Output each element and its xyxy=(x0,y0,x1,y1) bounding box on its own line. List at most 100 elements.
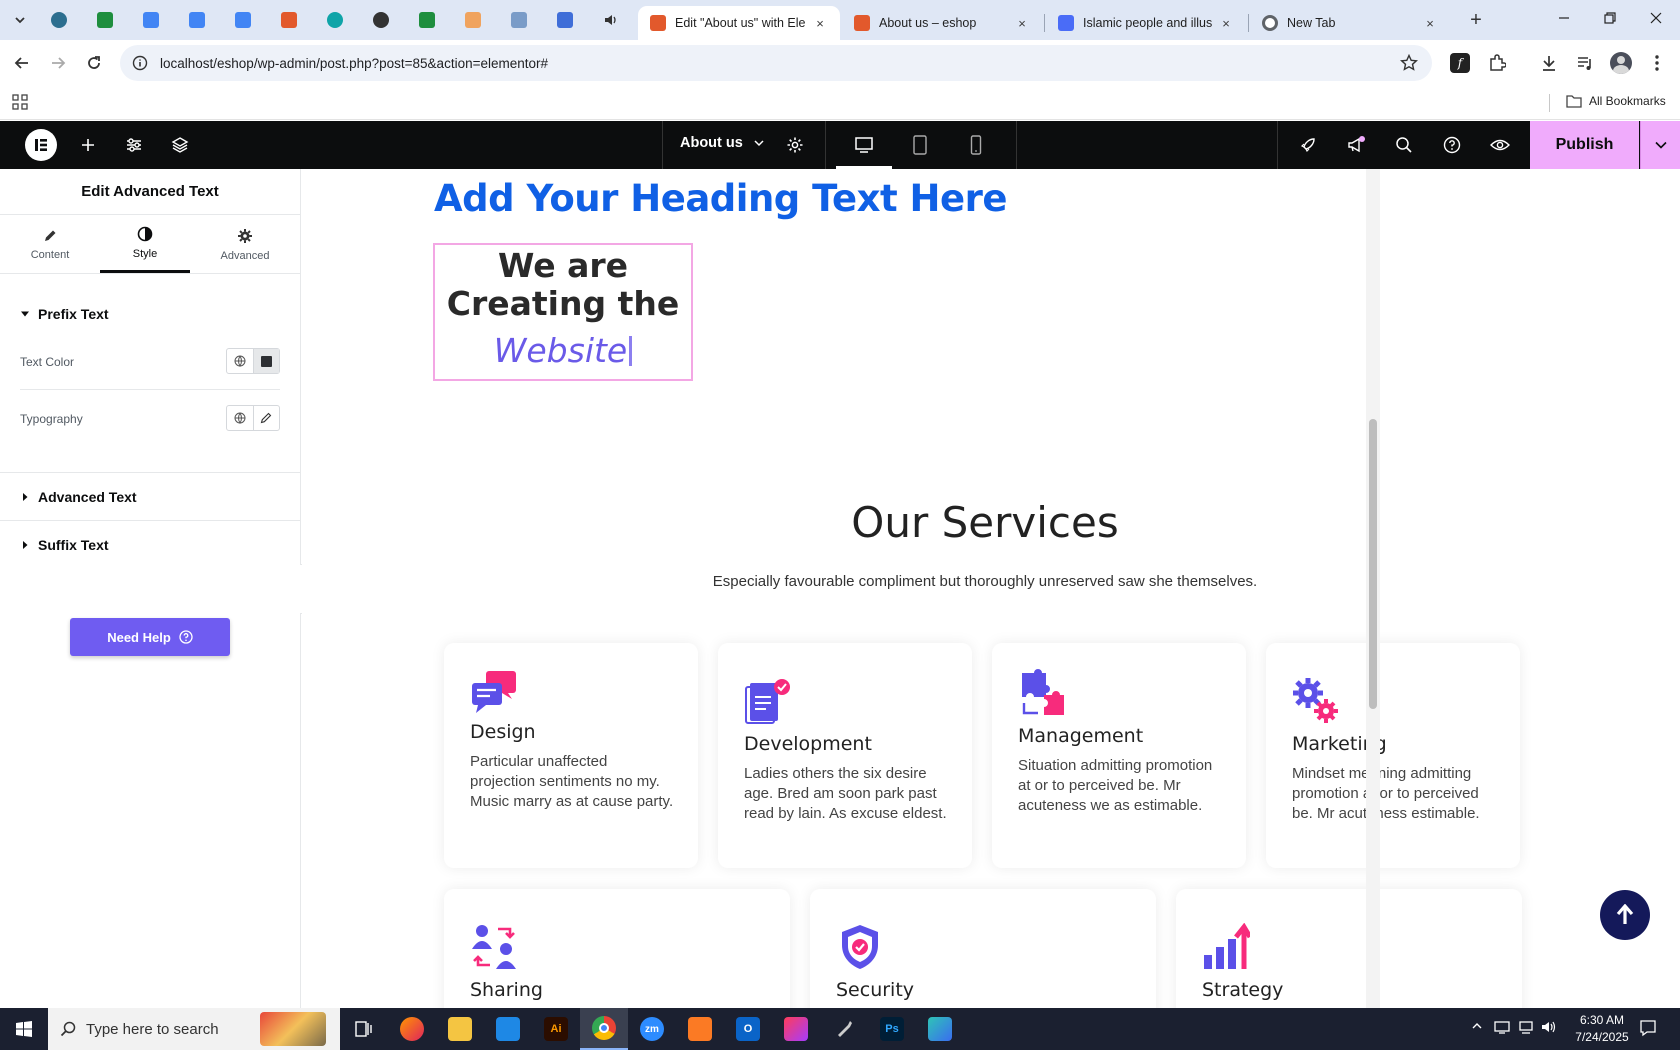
tab-islamic-people[interactable]: Islamic people and illustra × xyxy=(1046,6,1246,40)
minimize-button[interactable] xyxy=(1541,0,1587,36)
page-settings-gear-icon[interactable] xyxy=(783,133,807,157)
chatgpt-icon[interactable] xyxy=(368,8,394,32)
section-suffix-text[interactable]: Suffix Text xyxy=(20,537,109,553)
section-prefix-text[interactable]: Prefix Text xyxy=(20,306,109,322)
color-picker-swatch[interactable] xyxy=(252,349,279,373)
chrome-icon[interactable] xyxy=(580,1008,628,1050)
app-icon[interactable] xyxy=(916,1008,964,1050)
add-element-icon[interactable] xyxy=(76,133,100,157)
mobile-icon[interactable] xyxy=(964,133,988,157)
rocket-icon[interactable] xyxy=(1296,133,1320,157)
tab-search-button[interactable] xyxy=(8,8,32,32)
java-icon[interactable] xyxy=(460,8,486,32)
close-window-button[interactable] xyxy=(1633,0,1679,36)
tablet-icon[interactable] xyxy=(908,133,932,157)
xampp-icon[interactable] xyxy=(276,8,302,32)
advanced-text-widget[interactable]: We are Creating the Website xyxy=(433,243,693,381)
advanced-text-prefix: We are Creating the xyxy=(446,246,680,323)
canvas-scrollbar[interactable] xyxy=(1366,169,1380,1008)
sheets-icon[interactable] xyxy=(414,8,440,32)
global-typography-icon[interactable] xyxy=(227,406,253,430)
forms-icon[interactable] xyxy=(552,8,578,32)
close-icon[interactable]: × xyxy=(1218,15,1234,31)
tab-style[interactable]: Style xyxy=(100,215,190,273)
site-info-icon[interactable] xyxy=(132,55,148,71)
top-bar-divider xyxy=(1016,121,1017,169)
need-help-button[interactable]: Need Help xyxy=(70,618,230,656)
creative-cloud-icon[interactable] xyxy=(772,1008,820,1050)
site-settings-icon[interactable] xyxy=(122,133,146,157)
windows-start-icon[interactable] xyxy=(0,1008,48,1050)
download-icon[interactable] xyxy=(1535,49,1563,77)
tab-edit-about-us[interactable]: Edit "About us" with Elem × xyxy=(638,6,840,40)
extension-f-icon[interactable]: f xyxy=(1446,49,1474,77)
bookmark-star-icon[interactable] xyxy=(1400,54,1418,72)
grid-icon[interactable] xyxy=(506,8,532,32)
address-bar[interactable]: localhost/eshop/wp-admin/post.php?post=8… xyxy=(120,45,1432,81)
help-icon[interactable] xyxy=(1440,133,1464,157)
file-explorer-icon[interactable] xyxy=(436,1008,484,1050)
structure-layers-icon[interactable] xyxy=(168,133,192,157)
close-icon[interactable]: × xyxy=(1014,15,1030,31)
edit-pencil-icon[interactable] xyxy=(252,406,280,430)
device-icon[interactable] xyxy=(1494,1020,1510,1034)
taskbar-search[interactable]: Type here to search xyxy=(48,1008,340,1050)
desktop-icon[interactable] xyxy=(852,133,876,157)
docs-icon[interactable] xyxy=(184,8,210,32)
animated-word: Website xyxy=(493,331,628,370)
restore-button[interactable] xyxy=(1587,0,1633,36)
forward-button[interactable] xyxy=(43,48,73,78)
firefox-icon[interactable] xyxy=(388,1008,436,1050)
illustrator-icon[interactable]: Ai xyxy=(532,1008,580,1050)
chrome-menu-icon[interactable] xyxy=(1643,49,1671,77)
network-icon[interactable] xyxy=(1518,1020,1534,1034)
vscode-icon[interactable] xyxy=(484,1008,532,1050)
docs-icon[interactable] xyxy=(138,8,164,32)
chevron-down-icon xyxy=(754,140,764,147)
task-view-icon[interactable] xyxy=(340,1008,388,1050)
publish-options-button[interactable] xyxy=(1640,121,1680,169)
preview-eye-icon[interactable] xyxy=(1488,133,1512,157)
close-icon[interactable]: × xyxy=(1422,15,1438,31)
speaker-icon[interactable] xyxy=(598,8,624,32)
tab-advanced[interactable]: Advanced xyxy=(195,215,295,275)
xampp-icon[interactable] xyxy=(676,1008,724,1050)
outlook-icon[interactable]: O xyxy=(724,1008,772,1050)
wordpress-icon[interactable] xyxy=(46,8,72,32)
page-selector[interactable]: About us xyxy=(680,135,765,151)
scroll-to-top-button[interactable] xyxy=(1600,890,1650,940)
bing-icon[interactable] xyxy=(322,8,348,32)
extensions-puzzle-icon[interactable] xyxy=(1483,49,1511,77)
publish-button[interactable]: Publish xyxy=(1530,121,1639,169)
tab-content[interactable]: Content xyxy=(0,215,100,275)
photoshop-icon[interactable]: Ps xyxy=(868,1008,916,1050)
reload-button[interactable] xyxy=(79,48,109,78)
scrollbar-thumb[interactable] xyxy=(1369,419,1377,709)
new-tab-button[interactable]: + xyxy=(1462,8,1490,32)
back-button[interactable] xyxy=(7,48,37,78)
elementor-logo-icon[interactable] xyxy=(25,129,57,161)
tab-about-us-eshop[interactable]: About us – eshop × xyxy=(842,6,1042,40)
system-clock[interactable]: 6:30 AM 7/24/2025 xyxy=(1562,1012,1642,1046)
close-icon[interactable]: × xyxy=(812,15,828,31)
page-heading[interactable]: Add Your Heading Text Here xyxy=(434,177,1007,220)
global-colors-icon[interactable] xyxy=(227,349,253,373)
tray-chevron-up-icon[interactable] xyxy=(1471,1020,1483,1032)
profile-avatar[interactable] xyxy=(1607,49,1635,77)
zoom-icon[interactable]: zm xyxy=(628,1008,676,1050)
apps-grid-icon[interactable] xyxy=(12,94,28,110)
notification-center-icon[interactable] xyxy=(1639,1019,1657,1037)
docs-icon[interactable] xyxy=(230,8,256,32)
volume-icon[interactable] xyxy=(1541,1020,1557,1034)
sheets-icon[interactable] xyxy=(92,8,118,32)
media-control-icon[interactable] xyxy=(1571,49,1599,77)
section-advanced-text[interactable]: Advanced Text xyxy=(20,489,137,505)
tab-title: Islamic people and illustra xyxy=(1083,16,1212,30)
tab-new-tab[interactable]: New Tab × xyxy=(1250,6,1450,40)
elementor-top-bar: About us Publish xyxy=(0,121,1680,169)
search-icon[interactable] xyxy=(1392,133,1416,157)
all-bookmarks-button[interactable]: All Bookmarks xyxy=(1566,94,1666,108)
pen-tool-icon[interactable] xyxy=(820,1008,868,1050)
notifications-megaphone-icon[interactable] xyxy=(1344,133,1368,157)
tab-label: Advanced xyxy=(220,250,270,262)
